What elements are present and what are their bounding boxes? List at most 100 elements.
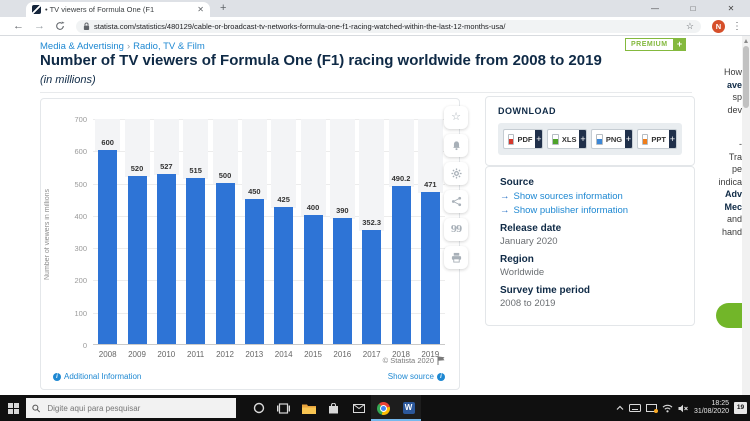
show-sources-information-link[interactable]: →Show sources information	[500, 191, 680, 202]
download-ppt-button[interactable]: PPT+	[637, 129, 677, 149]
download-buttons-row: PDF+XLS+PNG+PPT+	[498, 123, 682, 155]
tray-keyboard-button[interactable]	[629, 404, 641, 412]
profile-avatar[interactable]: N	[712, 20, 725, 33]
y-tick-label: 500	[61, 180, 87, 189]
file-png-icon	[596, 134, 602, 145]
browser-menu-icon[interactable]: ⋮	[732, 21, 742, 32]
tab-close-icon[interactable]: ✕	[197, 6, 204, 14]
star-icon: ☆	[451, 112, 461, 123]
window-minimize-button[interactable]: —	[636, 0, 674, 17]
download-pdf-button[interactable]: PDF+	[503, 129, 543, 149]
page-content: Media & Advertising›Radio, TV & Film PRE…	[0, 36, 750, 395]
tray-volume-button[interactable]	[678, 404, 689, 413]
tray-network-button[interactable]	[662, 404, 673, 413]
bar	[392, 186, 411, 344]
back-icon[interactable]: ←	[13, 21, 24, 32]
search-input[interactable]	[45, 403, 230, 414]
download-xls-button[interactable]: XLS+	[547, 129, 587, 149]
y-tick-label: 200	[61, 276, 87, 285]
print-button[interactable]	[444, 246, 468, 269]
flag-icon	[437, 356, 445, 365]
action-center-button[interactable]: 19	[734, 402, 747, 414]
breadcrumb-link-media-advertising[interactable]: Media & Advertising	[40, 41, 124, 52]
side-panel-text: hand	[700, 226, 742, 239]
speaker-muted-icon	[678, 404, 689, 413]
folder-icon	[302, 403, 316, 414]
region-heading: Region	[500, 254, 680, 265]
scrollbar-thumb[interactable]	[743, 46, 749, 108]
taskbar-clock[interactable]: 18:25 31/08/2020	[694, 400, 729, 417]
y-tick-label: 0	[61, 341, 87, 350]
page-title: Number of TV viewers of Formula One (F1)…	[40, 52, 640, 69]
tray-display-button[interactable]	[646, 404, 657, 413]
side-panel-text: indica	[700, 176, 742, 189]
chart-copyright: © Statista 2020	[383, 356, 445, 365]
bar	[362, 230, 381, 344]
scrollbar-up-arrow[interactable]	[744, 39, 748, 43]
survey-period-value: 2008 to 2019	[500, 298, 680, 309]
task-view-button[interactable]	[271, 395, 296, 421]
premium-label: PREMIUM	[625, 38, 674, 51]
side-panel-text: and	[700, 213, 742, 226]
source-heading: Source	[500, 177, 680, 188]
breadcrumb-link-radio-tv-film[interactable]: Radio, TV & Film	[133, 41, 205, 52]
quote-icon: 99	[451, 225, 462, 235]
y-tick-label: 600	[61, 147, 87, 156]
bar	[333, 218, 352, 344]
reload-icon[interactable]	[55, 21, 65, 31]
cortana-button[interactable]	[246, 395, 271, 421]
page-scrollbar[interactable]	[742, 36, 750, 395]
bar	[304, 215, 323, 344]
side-panel-text: How	[700, 66, 742, 79]
info-icon: i	[437, 373, 445, 381]
forward-icon[interactable]: →	[34, 21, 45, 32]
word-taskbar-button[interactable]: W	[396, 395, 421, 421]
favorite-button[interactable]: ☆	[444, 106, 468, 129]
start-button[interactable]	[0, 395, 26, 421]
browser-tab[interactable]: • TV viewers of Formula One (F1 ✕	[26, 2, 210, 17]
bar	[274, 207, 293, 344]
file-pdf-icon	[508, 134, 514, 145]
show-publisher-information-link[interactable]: →Show publisher information	[500, 205, 680, 216]
file-explorer-button[interactable]	[296, 395, 321, 421]
bookmark-star-icon[interactable]: ☆	[686, 21, 694, 32]
survey-period-heading: Survey time period	[500, 285, 680, 296]
share-button[interactable]	[444, 190, 468, 213]
windows-logo-icon	[8, 403, 19, 414]
download-png-button[interactable]: PNG+	[591, 129, 632, 149]
premium-badge[interactable]: PREMIUM +	[625, 38, 686, 51]
file-ppt-icon	[642, 134, 648, 145]
system-tray: 18:25 31/08/2020 19	[616, 400, 750, 417]
mail-button[interactable]	[346, 395, 371, 421]
chart-card: Number of viewers in millions 0100200300…	[40, 98, 460, 390]
bar	[157, 174, 176, 344]
window-maximize-button[interactable]: □	[674, 0, 712, 17]
bar	[186, 178, 205, 344]
window-close-button[interactable]: ✕	[712, 0, 750, 17]
alert-button[interactable]	[444, 134, 468, 157]
chrome-taskbar-button[interactable]	[371, 395, 396, 421]
store-bag-icon	[328, 403, 339, 414]
plus-icon: +	[625, 129, 632, 149]
premium-plus-icon: +	[674, 38, 686, 51]
microsoft-store-button[interactable]	[321, 395, 346, 421]
additional-information-link[interactable]: i Additional Information	[53, 372, 141, 381]
bar-value-label: 500	[203, 171, 247, 180]
plus-icon: +	[535, 129, 542, 149]
cite-button[interactable]: 99	[444, 218, 468, 241]
y-axis-label: Number of viewers in millions	[44, 129, 51, 339]
mail-icon	[353, 404, 365, 413]
column-band	[330, 119, 355, 219]
settings-button[interactable]	[444, 162, 468, 185]
y-tick-label: 100	[61, 309, 87, 318]
notification-dot	[654, 409, 658, 413]
tray-expand-button[interactable]	[616, 405, 624, 411]
new-tab-button[interactable]: +	[220, 2, 226, 14]
taskbar-search[interactable]	[26, 398, 236, 418]
download-format-label: PDF	[517, 135, 532, 144]
screen: • TV viewers of Formula One (F1 ✕ + — □ …	[0, 0, 750, 421]
url-bar[interactable]: statista.com/statistics/480129/cable-or-…	[76, 20, 701, 33]
y-tick-label: 400	[61, 212, 87, 221]
show-source-link[interactable]: Show source i	[388, 372, 445, 381]
chart-toolbar: ☆ 99	[444, 106, 468, 269]
